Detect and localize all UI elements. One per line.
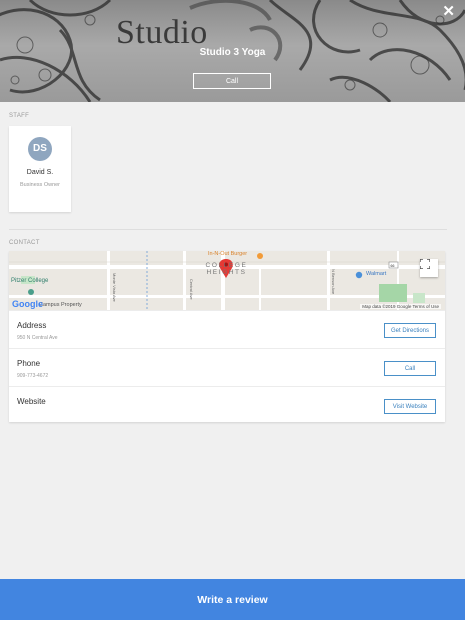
map-label-pitzer: Pitzer College: [11, 278, 49, 284]
map-label-campus: Campus Property: [39, 302, 82, 308]
staff-section-label: STAFF: [9, 113, 30, 119]
website-label: Website: [17, 397, 46, 406]
staff-role: Business Owner: [19, 182, 61, 188]
fullscreen-icon: [420, 259, 430, 269]
map-label-walmart: Walmart: [366, 271, 387, 277]
address-row: Address 950 N Central Ave Get Directions: [9, 310, 445, 348]
avatar: DS: [28, 137, 52, 161]
get-directions-button[interactable]: Get Directions: [384, 323, 436, 338]
phone-row: Phone 909-773-4672 Call: [9, 348, 445, 386]
staff-name: David S.: [26, 169, 54, 176]
address-label: Address: [17, 321, 47, 330]
address-value: 950 N Central Ave: [17, 335, 58, 341]
visit-website-button[interactable]: Visit Website: [384, 399, 436, 414]
phone-value: 909-773-4672: [17, 373, 49, 379]
hero-banner: Studio Studio 3 Yoga Call ✕: [0, 0, 465, 102]
contact-section-label: CONTACT: [9, 240, 40, 246]
contact-card: Monte Vista Ave Central Ave N Benson Ave…: [9, 251, 445, 422]
call-button[interactable]: Call: [384, 361, 436, 376]
write-review-button[interactable]: Write a review: [0, 579, 465, 620]
map-label-central: Central Ave: [189, 279, 194, 300]
map[interactable]: Monte Vista Ave Central Ave N Benson Ave…: [9, 251, 445, 310]
map-route-shield-label: 66: [391, 264, 395, 268]
fullscreen-button[interactable]: [420, 259, 438, 277]
map-label-in-n-out: In-N-Out Burger: [208, 251, 248, 257]
map-label-monte-vista: Monte Vista Ave: [112, 273, 117, 303]
map-attribution[interactable]: Map data ©2019 Google Terms of Use: [360, 304, 441, 309]
map-label-benson: N Benson Ave: [331, 269, 336, 295]
hero-call-button[interactable]: Call: [193, 73, 271, 89]
website-row: Website Visit Website: [9, 386, 445, 424]
business-title: Studio 3 Yoga: [199, 47, 266, 58]
google-logo: Google: [12, 299, 43, 309]
close-icon[interactable]: ✕: [442, 4, 455, 20]
map-label-college-heights: COLLEGE HEIGHTS: [205, 262, 248, 276]
phone-label: Phone: [17, 359, 41, 368]
staff-card[interactable]: DS David S. Business Owner: [9, 126, 71, 212]
section-divider: [9, 229, 447, 230]
